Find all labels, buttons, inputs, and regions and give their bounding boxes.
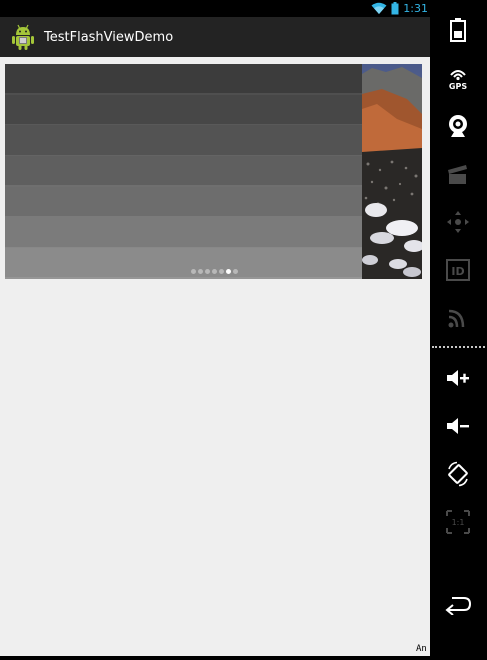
slide-gray-gradient[interactable] [5, 64, 362, 279]
scale-icon: 1:1 [438, 502, 478, 542]
id-icon: ID [438, 250, 478, 290]
camera-icon[interactable] [438, 106, 478, 146]
device-screen: 1:31 TestFlashViewDemo [0, 0, 430, 660]
emulator-control-panel: GPS ID 1:1 [430, 0, 487, 660]
gradient-band [5, 156, 362, 188]
volume-down-icon[interactable] [438, 406, 478, 446]
action-bar: TestFlashViewDemo [0, 17, 430, 57]
footer-text: An [416, 644, 427, 654]
android-robot-icon[interactable] [8, 22, 38, 52]
page-dot[interactable] [198, 269, 203, 274]
app-title: TestFlashViewDemo [44, 29, 174, 45]
main-content [0, 57, 430, 660]
dpad-icon [438, 202, 478, 242]
id-label: ID [451, 265, 464, 278]
wifi-icon [371, 2, 387, 15]
gradient-band [5, 64, 362, 96]
status-time: 1:31 [403, 2, 428, 15]
rocky-beach-photo[interactable] [362, 64, 422, 279]
scale-label: 1:1 [452, 518, 465, 527]
gradient-band [5, 125, 362, 157]
status-bar: 1:31 [0, 0, 430, 17]
gps-label: GPS [449, 82, 467, 91]
page-dot[interactable] [205, 269, 210, 274]
clapper-icon [438, 154, 478, 194]
power-icon[interactable] [438, 10, 478, 50]
rss-icon [438, 298, 478, 338]
status-indicators: 1:31 [371, 0, 428, 17]
window-bottom-edge [0, 656, 487, 660]
emulator-window: 1:31 TestFlashViewDemo GPS ID 1:1 An [0, 0, 487, 660]
panel-divider [432, 346, 485, 348]
back-icon[interactable] [438, 584, 478, 624]
page-dot[interactable] [226, 269, 231, 274]
flash-view-slider[interactable] [5, 64, 422, 279]
gradient-band [5, 94, 362, 127]
gradient-band [5, 217, 362, 249]
battery-icon [391, 2, 399, 15]
rotate-icon[interactable] [438, 454, 478, 494]
gps-icon[interactable]: GPS [438, 58, 478, 98]
page-dot[interactable] [212, 269, 217, 274]
page-indicator [191, 269, 238, 274]
page-dot[interactable] [233, 269, 238, 274]
page-dot[interactable] [219, 269, 224, 274]
gradient-band [5, 186, 362, 219]
volume-up-icon[interactable] [438, 358, 478, 398]
gradient-band [5, 248, 362, 279]
page-dot[interactable] [191, 269, 196, 274]
